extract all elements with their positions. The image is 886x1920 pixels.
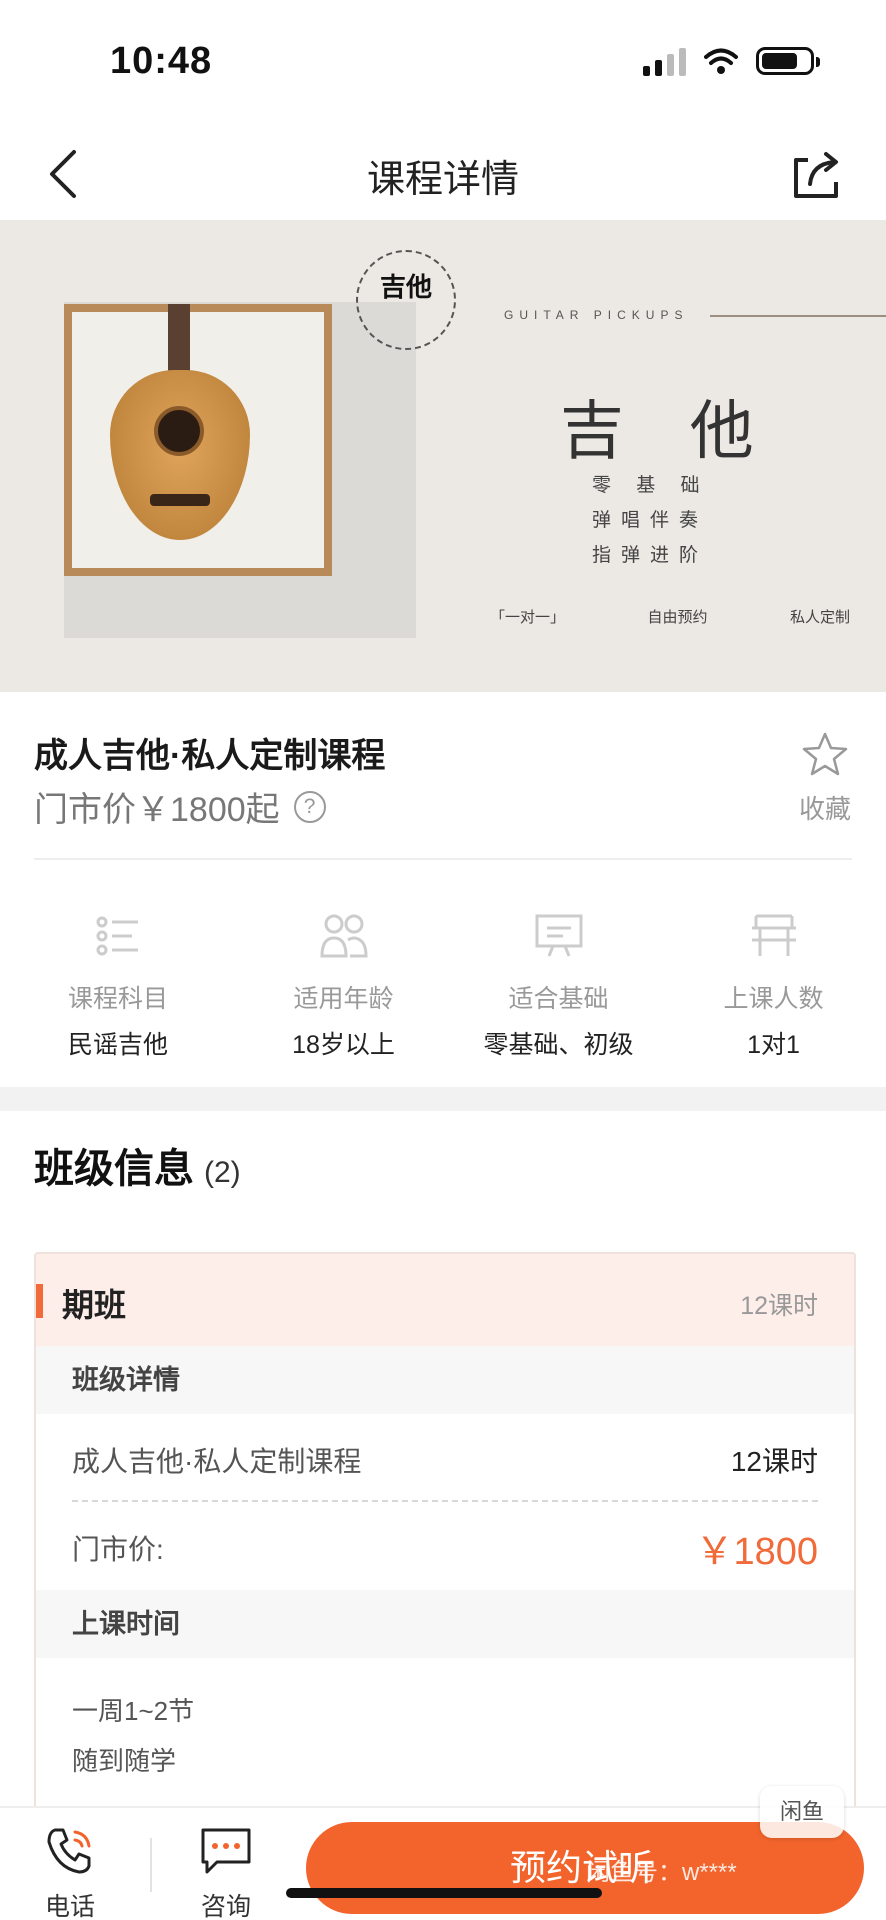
- attr-level: 适合基础 零基础、初级: [451, 910, 666, 1061]
- star-icon: [802, 732, 848, 776]
- status-bar: 10:48: [0, 0, 886, 128]
- attr-value: 民谣吉他: [67, 1031, 168, 1059]
- class-card-header: 期班 12课时: [36, 1254, 854, 1346]
- banner-line: 指弹进阶: [592, 545, 709, 566]
- nav-bar: 课程详情: [0, 128, 886, 220]
- class-schedule: 一周1~2节 随到随学: [36, 1658, 854, 1810]
- schedule-line: 一周1~2节: [72, 1696, 195, 1726]
- class-card[interactable]: 期班 12课时 班级详情 成人吉他·私人定制课程 12课时 门市价: ￥1800…: [34, 1252, 856, 1812]
- accent-bar: [36, 1284, 43, 1318]
- course-price: 门市价￥1800起 ?: [34, 782, 326, 831]
- bottom-action-bar: 电话 咨询 预约试听: [0, 1806, 886, 1920]
- people-icon: [319, 914, 368, 958]
- banner-tag: 「一对一」: [490, 609, 566, 626]
- desk-icon: [751, 914, 796, 956]
- course-price-text: 门市价￥1800起: [34, 791, 280, 829]
- brand-logo-text: 吉他: [379, 272, 432, 302]
- phone-button[interactable]: 电话: [20, 1824, 120, 1920]
- signal-icon: [643, 46, 686, 76]
- attr-subject: 课程科目 民谣吉他: [0, 910, 236, 1061]
- phone-label: 电话: [44, 1893, 95, 1920]
- watermark-badge: 闲鱼: [760, 1786, 844, 1838]
- attr-value: 18岁以上: [292, 1031, 395, 1059]
- banner-rule: [710, 315, 886, 317]
- home-indicator[interactable]: [286, 1888, 602, 1898]
- class-price-row: 门市价: ￥1800: [72, 1502, 818, 1590]
- attr-value: 1对1: [747, 1031, 800, 1059]
- attr-label: 课程科目: [67, 985, 168, 1013]
- class-course-name: 成人吉他·私人定制课程: [72, 1446, 362, 1477]
- class-info-title: 班级信息 (2): [34, 1136, 241, 1194]
- class-count: (2): [204, 1156, 241, 1189]
- status-icons: [643, 46, 820, 76]
- page-title: 课程详情: [366, 159, 519, 201]
- banner-subbrand: GUITAR PICKUPS: [504, 308, 689, 322]
- class-name: 期班: [62, 1287, 127, 1323]
- attr-age: 适用年龄 18岁以上: [236, 910, 451, 1061]
- watermark-text: 闲鱼号：w****: [586, 1859, 737, 1886]
- chat-icon: [201, 1828, 251, 1874]
- section-gap: [0, 1087, 886, 1111]
- help-icon[interactable]: ?: [293, 790, 326, 823]
- consult-label: 咨询: [200, 1893, 251, 1920]
- banner-title: 吉 他: [560, 395, 778, 467]
- bottom-separator: [150, 1838, 152, 1892]
- class-price-label: 门市价:: [72, 1534, 164, 1565]
- attr-size: 上课人数 1对1: [666, 910, 881, 1061]
- guitar-soundhole: [154, 406, 204, 456]
- course-attributes: 课程科目 民谣吉他 适用年龄 18岁以上 适合基础 零基础、初级 上课人数 1对…: [0, 910, 886, 1061]
- favorite-label: 收藏: [798, 794, 851, 824]
- board-icon: [535, 914, 582, 957]
- class-info-title-text: 班级信息: [34, 1147, 194, 1191]
- favorite-button[interactable]: 收藏: [790, 730, 860, 826]
- battery-icon: [756, 47, 820, 75]
- attr-label: 上课人数: [723, 985, 824, 1013]
- consult-button[interactable]: 咨询: [176, 1824, 276, 1920]
- banner-tags: 「一对一」 自由预约 私人定制: [490, 606, 850, 627]
- class-price-value: ￥1800: [695, 1531, 818, 1573]
- attr-label: 适用年龄: [293, 985, 394, 1013]
- guitar-bridge: [150, 494, 210, 506]
- wifi-icon: [704, 48, 738, 74]
- class-course-hours: 12课时: [730, 1446, 818, 1477]
- class-course-row: 成人吉他·私人定制课程 12课时: [72, 1414, 818, 1502]
- phone-icon: [47, 1828, 91, 1874]
- schedule-line: 随到随学: [72, 1746, 177, 1776]
- banner-lines: 零 基 础 弹唱伴奏 指弹进阶: [592, 470, 710, 567]
- share-icon[interactable]: [786, 144, 846, 204]
- divider: [34, 858, 852, 860]
- course-title: 成人吉他·私人定制课程: [34, 737, 386, 775]
- banner-tag: 自由预约: [647, 609, 708, 626]
- class-hours: 12课时: [740, 1292, 818, 1320]
- class-time-header: 上课时间: [36, 1590, 854, 1658]
- banner-line: 弹唱伴奏: [592, 510, 709, 531]
- attr-value: 零基础、初级: [483, 1031, 634, 1059]
- class-detail-header: 班级详情: [36, 1346, 854, 1414]
- banner-tag: 私人定制: [789, 609, 850, 626]
- attr-label: 适合基础: [508, 985, 609, 1013]
- banner-line: 零 基 础: [592, 475, 710, 496]
- list-icon: [96, 916, 138, 956]
- status-time: 10:48: [110, 40, 213, 82]
- hero-banner: 吉他 GUITAR PICKUPS 吉 他 零 基 础 弹唱伴奏 指弹进阶 「一…: [0, 220, 886, 692]
